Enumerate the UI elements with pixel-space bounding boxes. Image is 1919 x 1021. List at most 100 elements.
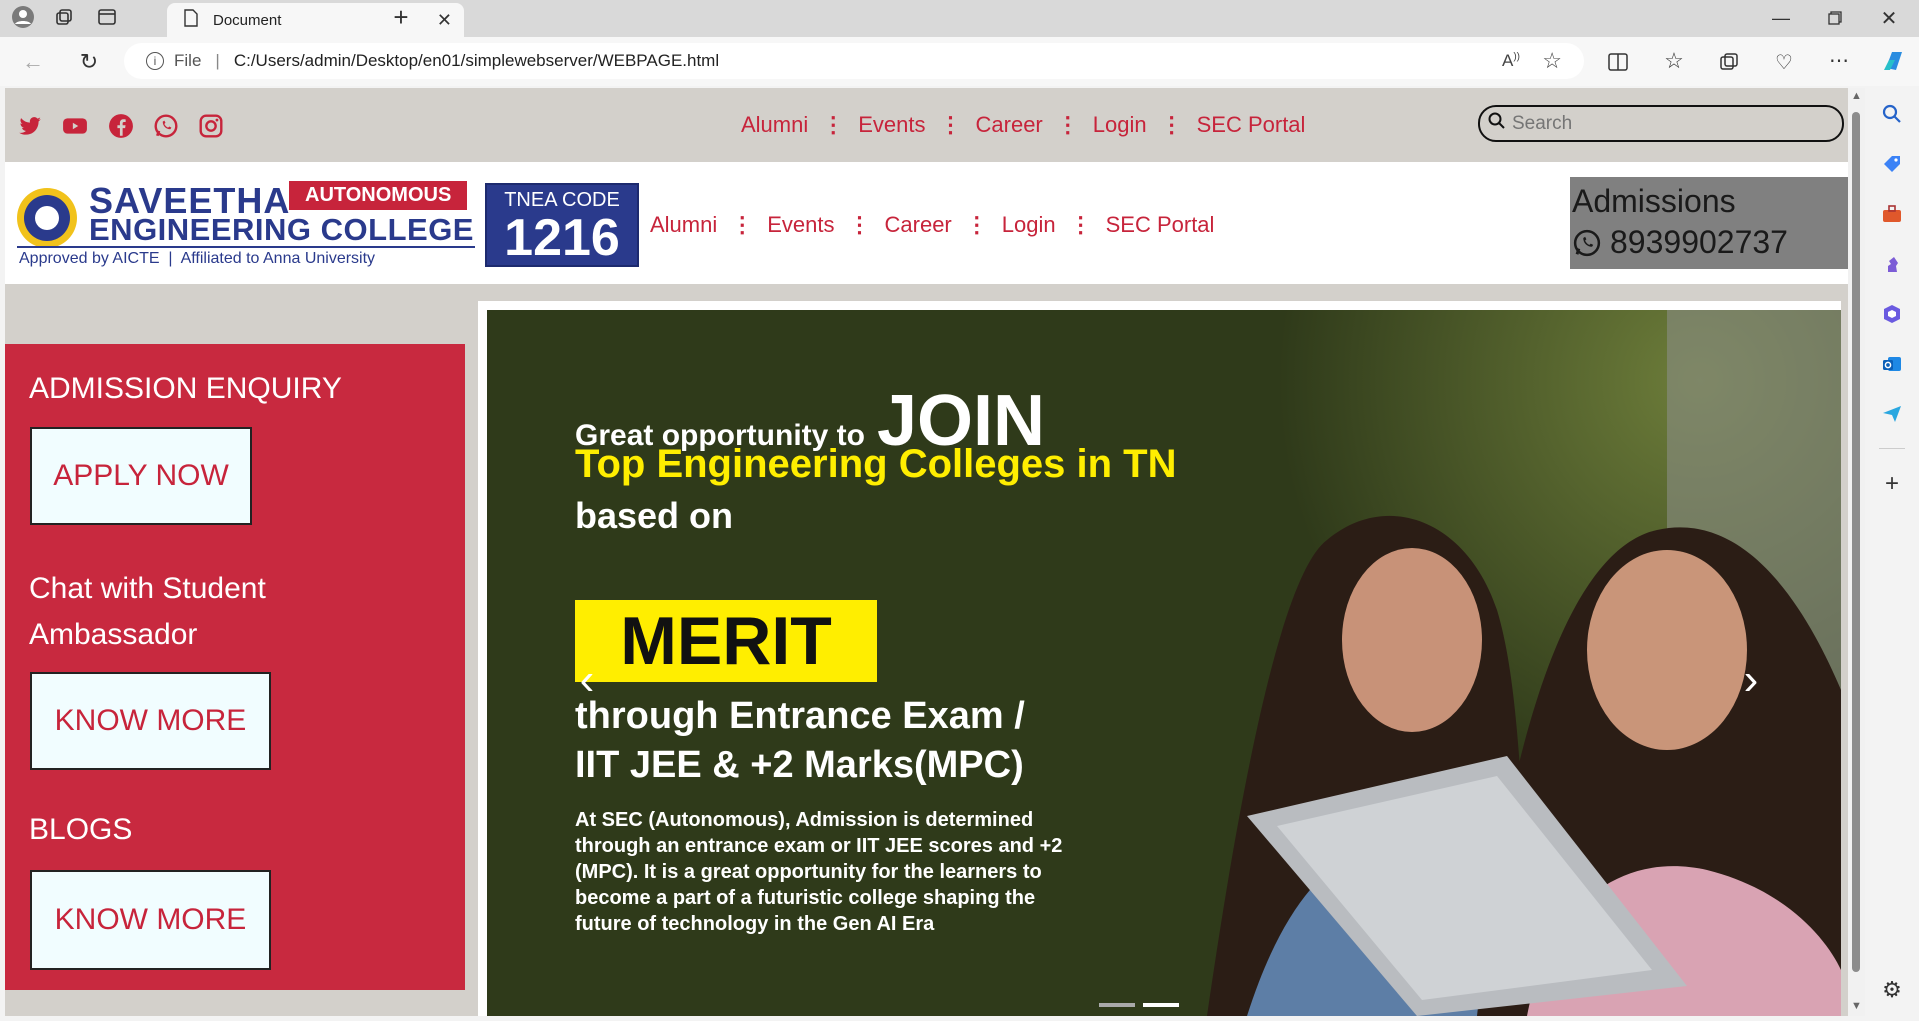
- slide-line5: IIT JEE & +2 Marks(MPC): [575, 744, 1024, 786]
- split-screen-icon[interactable]: [1605, 49, 1631, 75]
- nav-separator: ⋮: [848, 212, 871, 237]
- tnea-code: 1216: [504, 209, 620, 267]
- carousel-indicator-2[interactable]: [1143, 1003, 1179, 1007]
- url-text[interactable]: C:/Users/admin/Desktop/en01/simplewebser…: [234, 51, 719, 71]
- outlook-icon[interactable]: [1878, 350, 1906, 378]
- nav-separator: ⋮: [731, 212, 754, 237]
- url-scheme: File: [174, 51, 202, 70]
- page-icon: [183, 8, 199, 32]
- admission-panel: ADMISSION ENQUIRY APPLY NOW Chat with St…: [5, 344, 465, 990]
- header-nav-login[interactable]: Login: [1002, 212, 1056, 238]
- more-menu-icon[interactable]: ⋯: [1826, 47, 1852, 73]
- refresh-icon[interactable]: ↻: [76, 49, 102, 75]
- carousel-indicator-1[interactable]: [1099, 1003, 1135, 1007]
- settings-icon[interactable]: ⚙: [1878, 976, 1906, 1004]
- favorite-icon[interactable]: ☆: [1542, 48, 1562, 74]
- admission-enquiry-heading: ADMISSION ENQUIRY: [29, 372, 342, 405]
- copilot-icon[interactable]: [1880, 47, 1908, 75]
- collections-icon[interactable]: [1716, 49, 1742, 75]
- read-aloud-icon[interactable]: A)): [1502, 51, 1520, 71]
- tab-title: Document: [213, 11, 282, 29]
- search-icon: [1488, 112, 1506, 135]
- url-divider: |: [215, 51, 220, 70]
- header-nav-alumni[interactable]: Alumni: [650, 212, 717, 238]
- address-bar-row: ← ↻ i File | C:/Users/admin/Desktop/en01…: [0, 37, 1919, 86]
- search-input[interactable]: [1512, 112, 1812, 135]
- send-icon[interactable]: [1878, 400, 1906, 428]
- nav-separator: ⋮: [1069, 212, 1092, 237]
- logo-tagline: Approved by AICTE | Affiliated to Anna U…: [19, 250, 376, 267]
- back-icon[interactable]: ←: [20, 49, 46, 75]
- nav-separator: ⋮: [965, 212, 988, 237]
- top-nav: Alumni ⋮ Events ⋮ Career ⋮ Login ⋮ SEC P…: [741, 112, 1305, 138]
- facebook-icon[interactable]: [108, 113, 134, 139]
- browser-window: Document ✕ + — ✕ ← ↻ i File | C:/Users/a…: [0, 0, 1919, 1021]
- office-icon[interactable]: [1878, 300, 1906, 328]
- tab-bar: Document ✕ + — ✕: [0, 0, 1919, 37]
- blogs-know-more-button[interactable]: KNOW MORE: [30, 870, 271, 970]
- chat-know-more-button[interactable]: KNOW MORE: [30, 672, 271, 770]
- address-bar[interactable]: i File | C:/Users/admin/Desktop/en01/sim…: [124, 43, 1584, 79]
- chat-ambassador-text: Chat with Student Ambassador: [29, 572, 266, 651]
- merit-highlight: MERIT: [575, 600, 877, 682]
- new-tab-icon[interactable]: +: [388, 2, 414, 32]
- favorites-icon[interactable]: ☆: [1661, 48, 1687, 74]
- search-icon[interactable]: [1878, 100, 1906, 128]
- carousel-slide: Great opportunity to JOIN Top Engineerin…: [487, 310, 1841, 1016]
- header-nav-events[interactable]: Events: [767, 212, 834, 238]
- blogs-heading: BLOGS: [29, 813, 133, 846]
- slide-paragraph: At SEC (Autonomous), Admission is determ…: [575, 809, 1063, 935]
- browser-essentials-icon[interactable]: ♡: [1771, 49, 1797, 75]
- twitter-icon[interactable]: [17, 113, 43, 139]
- top-nav-career[interactable]: Career: [976, 112, 1043, 138]
- top-nav-events[interactable]: Events: [858, 112, 925, 138]
- admissions-phone[interactable]: 8939902737: [1610, 224, 1788, 261]
- carousel-prev-icon[interactable]: ‹: [567, 650, 607, 710]
- top-nav-sec-portal[interactable]: SEC Portal: [1197, 112, 1306, 138]
- nav-separator: ⋮: [822, 112, 845, 137]
- info-icon[interactable]: i: [146, 52, 164, 70]
- add-icon[interactable]: +: [1878, 470, 1906, 498]
- header-nav: Alumni ⋮ Events ⋮ Career ⋮ Login ⋮ SEC P…: [650, 212, 1214, 238]
- tnea-code-badge: TNEA CODE 1216: [485, 183, 639, 267]
- close-window-icon[interactable]: ✕: [1874, 6, 1904, 30]
- vertical-tabs-icon[interactable]: [95, 5, 119, 29]
- close-tab-icon[interactable]: ✕: [437, 10, 452, 31]
- whatsapp-icon[interactable]: [153, 113, 179, 139]
- youtube-icon[interactable]: [62, 113, 88, 139]
- admissions-label: Admissions: [1572, 183, 1736, 219]
- header-nav-career[interactable]: Career: [885, 212, 952, 238]
- restore-icon[interactable]: [1820, 6, 1850, 30]
- workspaces-icon[interactable]: [52, 5, 76, 29]
- header-nav-sec-portal[interactable]: SEC Portal: [1106, 212, 1215, 238]
- scrollbar-thumb[interactable]: [1852, 112, 1860, 972]
- sidebar-divider: [1879, 448, 1905, 449]
- apply-now-button[interactable]: APPLY NOW: [30, 427, 252, 525]
- games-icon[interactable]: [1878, 250, 1906, 278]
- admissions-box[interactable]: Admissions 8939902737: [1570, 177, 1848, 269]
- toolbox-icon[interactable]: [1878, 200, 1906, 228]
- admissions-phone-row: 8939902737: [1572, 224, 1848, 261]
- edge-sidebar: + ⚙: [1865, 86, 1919, 1021]
- college-logo[interactable]: SAVEETHA AUTONOMOUS ENGINEERING COLLEGE …: [15, 178, 475, 268]
- logo-name-line2: ENGINEERING COLLEGE: [89, 212, 474, 247]
- top-nav-alumni[interactable]: Alumni: [741, 112, 808, 138]
- top-nav-login[interactable]: Login: [1093, 112, 1147, 138]
- search-box[interactable]: [1478, 105, 1844, 142]
- shopping-tag-icon[interactable]: [1878, 150, 1906, 178]
- nav-separator: ⋮: [939, 112, 962, 137]
- nav-separator: ⋮: [1160, 112, 1183, 137]
- tab-document[interactable]: Document ✕: [167, 3, 464, 37]
- profile-icon[interactable]: [10, 4, 36, 30]
- minimize-icon[interactable]: —: [1766, 6, 1796, 30]
- slide-line4: through Entrance Exam /: [575, 695, 1025, 737]
- scroll-up-arrow[interactable]: ▲: [1851, 90, 1862, 102]
- instagram-icon[interactable]: [198, 113, 224, 139]
- top-strip: Alumni ⋮ Events ⋮ Career ⋮ Login ⋮ SEC P…: [5, 88, 1848, 162]
- slide-line3: based on: [575, 495, 734, 536]
- carousel-next-icon[interactable]: ›: [1731, 650, 1771, 710]
- web-page: Alumni ⋮ Events ⋮ Career ⋮ Login ⋮ SEC P…: [5, 88, 1848, 1016]
- page-scrollbar[interactable]: ▲ ▼: [1848, 88, 1865, 1016]
- nav-separator: ⋮: [1056, 112, 1079, 137]
- scroll-down-arrow[interactable]: ▼: [1851, 1000, 1862, 1012]
